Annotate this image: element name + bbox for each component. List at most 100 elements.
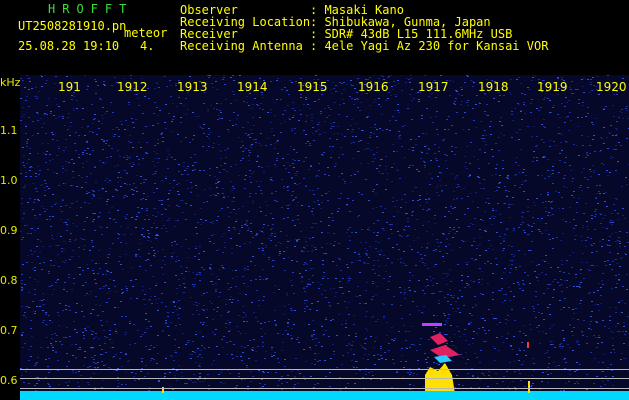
noise-speck	[577, 341, 579, 342]
noise-speck	[558, 208, 560, 209]
noise-speck	[161, 228, 163, 229]
noise-speck	[91, 104, 93, 105]
noise-speck	[22, 332, 24, 333]
noise-speck	[77, 349, 79, 350]
noise-speck	[264, 384, 266, 385]
noise-speck	[593, 243, 595, 244]
noise-speck	[418, 136, 420, 137]
noise-speck	[25, 172, 27, 173]
noise-speck	[498, 137, 500, 138]
noise-speck	[331, 213, 333, 214]
noise-speck	[320, 113, 322, 114]
noise-speck	[218, 181, 220, 182]
noise-speck	[355, 136, 357, 137]
noise-speck	[40, 347, 42, 348]
noise-speck	[41, 76, 43, 77]
noise-speck	[217, 307, 219, 308]
noise-speck	[234, 229, 236, 230]
noise-speck	[283, 188, 285, 189]
noise-speck	[548, 212, 550, 213]
noise-speck	[424, 75, 426, 76]
noise-speck	[264, 358, 266, 359]
noise-speck	[552, 183, 554, 184]
noise-speck	[593, 170, 595, 171]
noise-speck	[557, 114, 559, 115]
noise-speck	[443, 313, 445, 314]
noise-speck	[397, 231, 399, 232]
noise-speck	[357, 260, 359, 261]
noise-speck	[272, 218, 274, 219]
noise-speck	[171, 253, 173, 254]
noise-speck	[107, 254, 109, 255]
noise-speck	[365, 290, 367, 291]
noise-speck	[206, 201, 208, 202]
noise-speck	[428, 209, 430, 210]
noise-speck	[321, 247, 323, 248]
noise-speck	[179, 308, 181, 309]
noise-speck	[531, 231, 533, 232]
noise-speck	[84, 328, 86, 329]
noise-speck	[455, 301, 457, 302]
noise-speck	[326, 117, 328, 118]
noise-speck	[293, 386, 295, 387]
noise-speck	[243, 101, 245, 102]
noise-speck	[516, 79, 518, 80]
noise-speck	[106, 157, 108, 158]
noise-speck	[303, 104, 305, 105]
noise-speck	[537, 304, 539, 305]
noise-speck	[118, 234, 120, 235]
noise-speck	[621, 300, 623, 301]
noise-speck	[121, 316, 123, 317]
noise-speck	[327, 105, 329, 106]
noise-speck	[169, 386, 171, 387]
noise-speck	[156, 188, 158, 189]
noise-speck	[303, 130, 305, 131]
noise-speck	[571, 267, 573, 268]
noise-speck	[220, 165, 222, 166]
noise-speck	[446, 343, 448, 344]
noise-speck	[596, 347, 598, 348]
noise-speck	[435, 322, 437, 323]
noise-speck	[333, 354, 335, 355]
noise-speck	[244, 379, 246, 380]
noise-speck	[153, 359, 155, 360]
noise-speck	[103, 84, 105, 85]
noise-speck	[44, 113, 46, 114]
noise-speck	[208, 385, 210, 386]
noise-speck	[212, 147, 214, 148]
noise-speck	[176, 370, 178, 371]
noise-speck	[518, 172, 520, 173]
noise-speck	[528, 89, 530, 90]
noise-speck	[523, 284, 525, 285]
noise-speck	[543, 142, 545, 143]
noise-speck	[316, 310, 318, 311]
noise-speck	[95, 283, 97, 284]
noise-speck	[498, 290, 500, 291]
noise-speck	[209, 268, 211, 269]
noise-speck	[349, 278, 351, 279]
noise-speck	[468, 324, 470, 325]
noise-speck	[347, 383, 349, 384]
noise-speck	[487, 283, 489, 284]
noise-speck	[372, 161, 374, 162]
noise-speck	[354, 252, 356, 253]
noise-speck	[334, 241, 336, 242]
noise-speck	[119, 256, 121, 257]
noise-speck	[289, 80, 291, 81]
noise-speck	[31, 254, 33, 255]
noise-speck	[238, 331, 240, 332]
noise-speck	[412, 375, 414, 376]
noise-speck	[288, 172, 290, 173]
noise-speck	[472, 224, 474, 225]
noise-speck	[349, 240, 351, 241]
noise-speck	[509, 389, 511, 390]
noise-speck	[355, 123, 357, 124]
noise-speck	[62, 116, 64, 117]
noise-speck	[126, 290, 128, 291]
noise-speck	[128, 104, 130, 105]
noise-speck	[265, 351, 267, 352]
noise-speck	[73, 278, 75, 279]
noise-speck	[558, 172, 560, 173]
noise-speck	[416, 169, 418, 170]
noise-speck	[434, 144, 436, 145]
